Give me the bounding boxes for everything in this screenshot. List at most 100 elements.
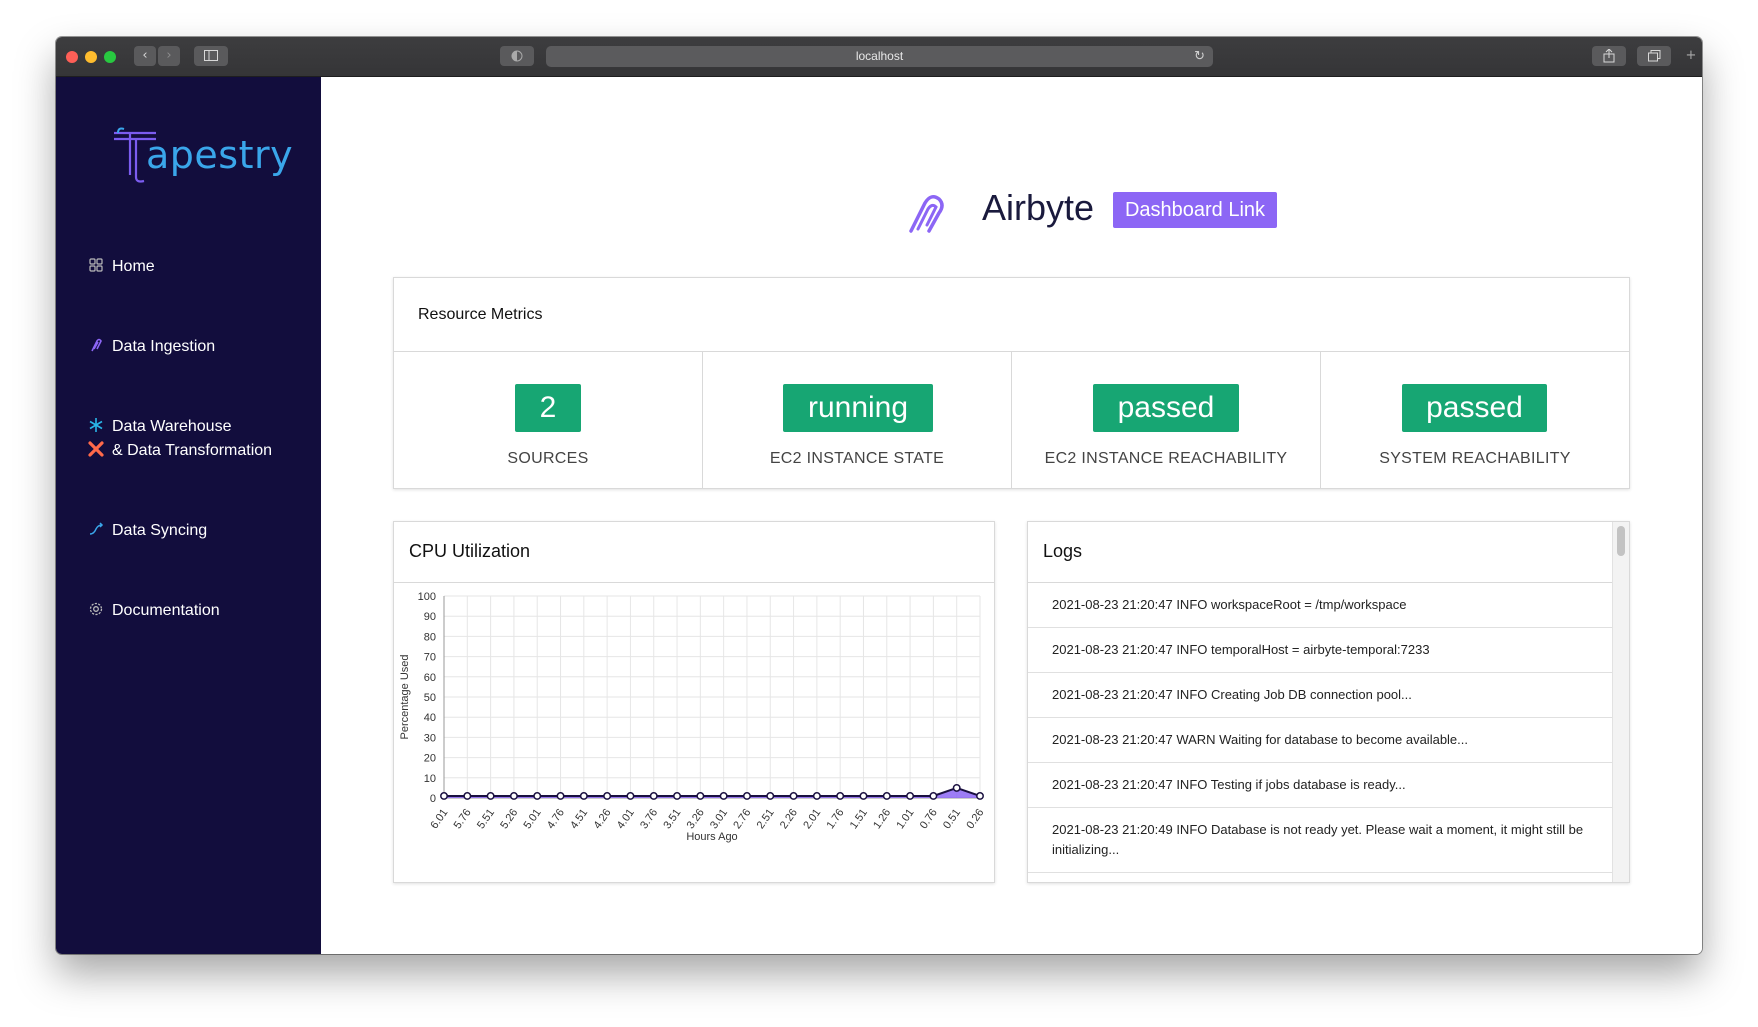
maximize-window-button[interactable] [104,51,116,63]
metric-ec2-instance-reachability: passed EC2 INSTANCE REACHABILITY [1012,352,1321,489]
x-tick-label: 0.26 [964,807,986,831]
status-badge: running [783,384,933,432]
y-tick-label: 30 [424,732,436,744]
x-tick-label: 1.26 [871,807,893,831]
metric-label: SYSTEM REACHABILITY [1379,450,1571,467]
data-point [556,792,565,800]
y-tick-label: 50 [424,692,436,704]
dashboard-link-button[interactable]: Dashboard Link [1113,192,1277,228]
logo-text: apestry [146,133,294,177]
x-tick-label: 5.26 [498,807,520,831]
forward-icon[interactable]: › [158,46,180,66]
cpu-utilization-card: CPU Utilization 0 10 20 30 40 50 60 70 80 90 100 6.… [393,521,995,883]
log-entry: 2021-08-23 21:20:49 INFO Database is not… [1028,808,1612,873]
x-tick-label: 4.26 [591,807,613,831]
resource-metrics-title: Resource Metrics [418,306,543,323]
log-entry: 2021-08-23 21:20:47 INFO temporalHost = … [1028,628,1612,673]
browser-titlebar: ‹ › localhost ↻ + [56,37,1702,77]
sidebar-item-label: & Data Transformation [112,442,273,459]
y-tick-label: 0 [430,793,436,805]
data-point [603,792,612,800]
log-entry: 2021-08-23 21:20:47 INFO Creating Job DB… [1028,673,1612,718]
page-title: Airbyte [982,187,1095,228]
airbyte-logo-icon [909,195,944,233]
log-entry-text: 2021-08-23 21:20:47 INFO workspaceRoot =… [1052,597,1407,612]
data-point [789,792,798,800]
x-tick-label: 4.01 [615,807,637,831]
privacy-shield-icon[interactable] [500,46,534,66]
data-point [882,792,891,800]
reload-icon[interactable]: ↻ [1194,46,1205,67]
data-point [812,792,821,800]
y-tick-label: 10 [424,773,436,785]
metric-system-reachability: passed SYSTEM REACHABILITY [1321,352,1629,489]
x-tick-label: 3.26 [685,807,707,831]
new-tab-icon[interactable]: + [1680,46,1702,66]
x-tick-label: 4.51 [568,807,590,831]
data-point [952,783,961,792]
x-axis-label: Hours Ago [686,831,737,843]
x-tick-label: 3.76 [638,807,660,831]
data-point [743,792,751,800]
status-badge: passed [1093,384,1239,432]
data-point [509,792,518,800]
data-point [906,792,915,800]
x-tick-label: 6.01 [428,807,450,831]
x-tick-label: 2.26 [778,807,800,831]
tabs-overview-icon[interactable] [1637,46,1671,66]
sidebar-item-label: Data Warehouse [112,418,232,435]
data-point [649,792,658,800]
sync-icon [89,522,104,535]
metric-label: EC2 INSTANCE REACHABILITY [1044,450,1288,467]
data-point [533,792,542,800]
address-bar[interactable]: localhost ↻ [546,46,1213,67]
x-tick-label: 3.51 [661,807,683,831]
x-tick-label: 5.01 [522,807,544,831]
sidebar-item-label: Data Ingestion [112,338,216,355]
data-point [673,792,681,800]
y-tick-label: 60 [424,672,436,684]
y-tick-label: 40 [424,712,436,724]
log-entry: 2021-08-23 21:20:47 INFO workspaceRoot =… [1028,583,1612,628]
y-tick-label: 90 [424,611,436,623]
y-tick-label: 20 [424,753,436,765]
gear-icon [89,602,103,616]
logs-card: Logs 2021-08-23 21:20:47 INFO workspaceR… [1027,521,1630,883]
x-tick-label: 2.76 [731,807,753,831]
data-point [696,792,705,800]
log-entry: 2021-08-23 21:20:47 WARN Waiting for dat… [1028,718,1612,763]
log-entry-text: 2021-08-23 21:20:47 INFO Testing if jobs… [1052,777,1406,792]
airbyte-icon [91,338,102,352]
data-point [486,792,495,800]
x-tick-label: 2.01 [801,807,823,831]
data-point [440,792,448,800]
logs-title: Logs [1043,541,1083,561]
sidebar: apestry Home Data Ingestion Data Warehou… [56,77,321,954]
close-window-button[interactable] [66,51,78,63]
share-icon[interactable] [1592,46,1626,66]
metric-sources: 2 SOURCES [394,352,703,489]
sidebar-item-label: Documentation [112,602,220,619]
y-axis-label: Percentage Used [399,655,411,740]
sidebar-toggle-icon[interactable] [194,46,228,66]
back-icon[interactable]: ‹ [134,46,156,66]
minimize-window-button[interactable] [85,51,97,63]
data-point [463,792,472,800]
data-point [836,792,845,800]
data-point [579,792,588,800]
series-line [444,786,981,797]
grid-icon [89,258,103,272]
status-badge: 2 [515,384,581,432]
metric-label: SOURCES [507,450,589,467]
metric-label: EC2 INSTANCE STATE [769,450,945,467]
logs-scrollbar-thumb[interactable] [1617,526,1625,556]
dbt-icon [88,441,104,457]
x-tick-label: 3.01 [708,807,730,831]
sidebar-item-label: Home [112,258,155,275]
logs-scrollbar[interactable] [1612,522,1629,882]
snowflake-icon [89,418,103,432]
y-tick-label: 100 [418,591,436,603]
browser-window: ‹ › localhost ↻ + apestry Home Data Inge… [56,37,1702,954]
x-tick-label: 1.01 [894,807,916,831]
sidebar-item-label: Data Syncing [112,522,208,539]
